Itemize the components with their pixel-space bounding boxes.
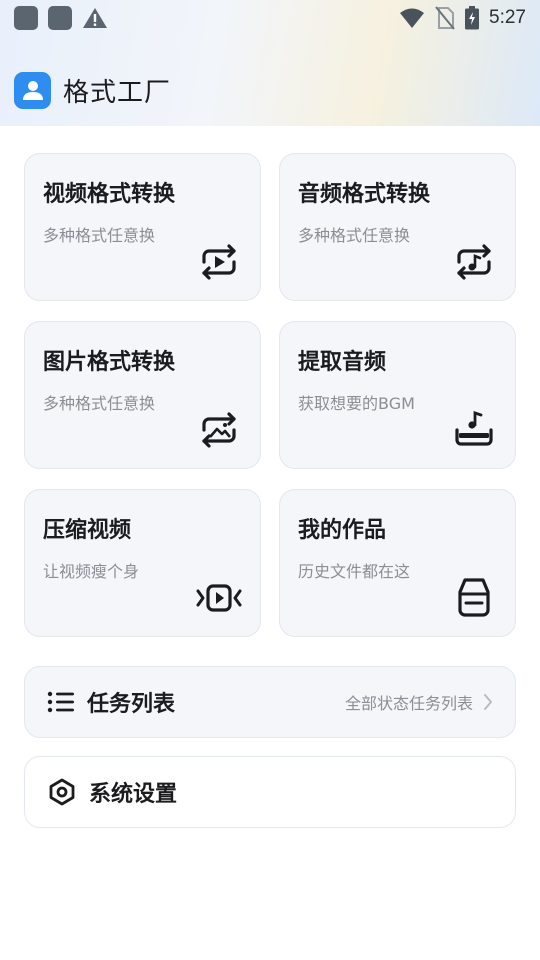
user-icon: [14, 71, 51, 109]
video-convert-card[interactable]: 视频格式转换 多种格式任意换: [24, 153, 261, 301]
card-title: 图片格式转换: [43, 350, 176, 375]
system-settings-row[interactable]: 系统设置: [24, 756, 516, 828]
list-icon: [47, 691, 74, 713]
task-list-hint: 全部状态任务列表: [344, 694, 473, 713]
wifi-icon: [400, 8, 425, 28]
status-bar: 5:27: [0, 0, 540, 36]
task-list-title: 任务列表: [87, 692, 176, 717]
extract-audio-icon: [455, 411, 493, 446]
video-convert-icon: [202, 244, 236, 280]
card-title: 音频格式转换: [298, 182, 431, 207]
inbox-icon: [458, 578, 490, 617]
warning-icon: [83, 8, 107, 28]
app-title: 格式工厂: [63, 77, 172, 108]
battery-charging-icon: [465, 6, 480, 30]
card-title: 我的作品: [298, 518, 387, 543]
card-title: 视频格式转换: [43, 182, 176, 207]
system-settings-title: 系统设置: [89, 782, 178, 807]
compress-video-card[interactable]: 压缩视频 让视频瘦个身: [24, 489, 261, 637]
card-title: 压缩视频: [43, 518, 132, 543]
settings-icon: [49, 778, 75, 806]
my-works-card[interactable]: 我的作品 历史文件都在这: [279, 489, 516, 637]
feature-grid: 视频格式转换 多种格式任意换 音频格式转换 多种格式任意换 图片格式转换 多种格…: [24, 153, 516, 637]
compress-video-icon: [196, 584, 242, 612]
no-sim-icon: [435, 6, 455, 30]
clock: 5:27: [489, 7, 526, 28]
app-bar: 格式工厂: [14, 70, 171, 110]
card-title: 提取音频: [298, 350, 387, 375]
extract-audio-card[interactable]: 提取音频 获取想要的BGM: [279, 321, 516, 469]
image-convert-card[interactable]: 图片格式转换 多种格式任意换: [24, 321, 261, 469]
app-notification-icon: [14, 6, 38, 30]
task-list-row[interactable]: 任务列表 全部状态任务列表: [24, 666, 516, 738]
chevron-right-icon: [484, 694, 492, 710]
audio-convert-card[interactable]: 音频格式转换 多种格式任意换: [279, 153, 516, 301]
audio-convert-icon: [457, 244, 491, 280]
app-notification-icon: [48, 6, 72, 30]
image-convert-icon: [202, 412, 236, 448]
